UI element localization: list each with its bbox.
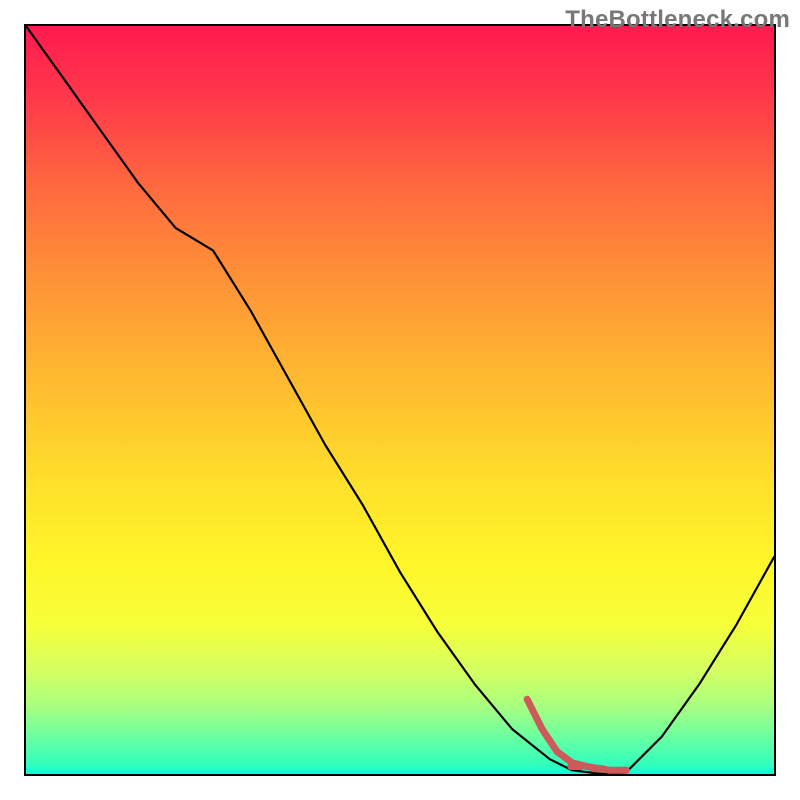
- main-curve: [26, 26, 774, 774]
- accent-curve: [527, 699, 624, 770]
- chart-svg: [26, 26, 774, 774]
- chart-container: TheBottleneck.com: [0, 0, 800, 800]
- plot-area: [24, 24, 776, 776]
- watermark-text: TheBottleneck.com: [565, 6, 790, 34]
